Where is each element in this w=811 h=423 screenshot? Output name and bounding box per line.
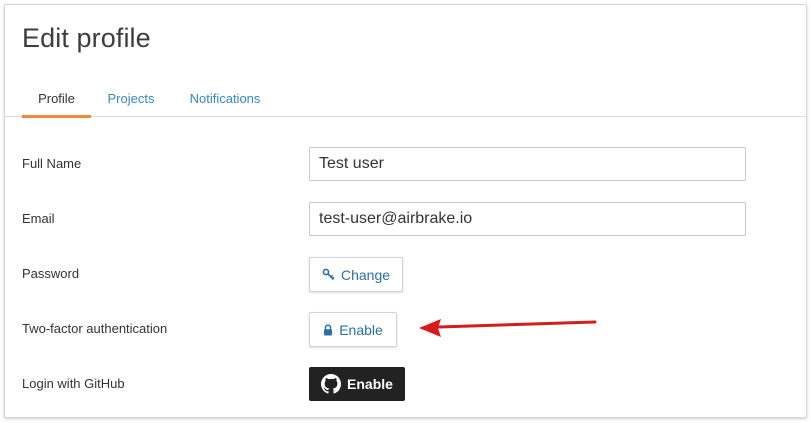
two-factor-label: Two-factor authentication: [22, 321, 168, 336]
enable-github-login-button-label: Enable: [347, 376, 393, 392]
tab-projects[interactable]: Projects: [103, 91, 159, 118]
github-login-label: Login with GitHub: [22, 376, 125, 391]
full-name-input[interactable]: [309, 147, 746, 181]
email-label: Email: [22, 211, 55, 226]
edit-profile-card: Edit profile Profile Projects Notificati…: [4, 4, 807, 418]
enable-two-factor-button-label: Enable: [339, 321, 383, 338]
tab-profile[interactable]: Profile: [22, 91, 91, 118]
page-title: Edit profile: [22, 23, 151, 53]
key-icon: [322, 268, 335, 281]
enable-two-factor-button[interactable]: Enable: [309, 312, 397, 347]
full-name-label: Full Name: [22, 156, 82, 171]
change-password-button-label: Change: [340, 266, 391, 283]
tab-notifications[interactable]: Notifications: [183, 91, 267, 118]
password-label: Password: [22, 266, 80, 281]
change-password-button[interactable]: Change: [309, 257, 403, 292]
enable-github-login-button[interactable]: Enable: [309, 367, 405, 401]
annotation-arrow: [419, 319, 597, 337]
profile-tabs: Profile Projects Notifications: [5, 87, 806, 118]
email-input[interactable]: [309, 202, 746, 236]
github-icon: [321, 374, 342, 394]
lock-icon: [323, 323, 333, 336]
